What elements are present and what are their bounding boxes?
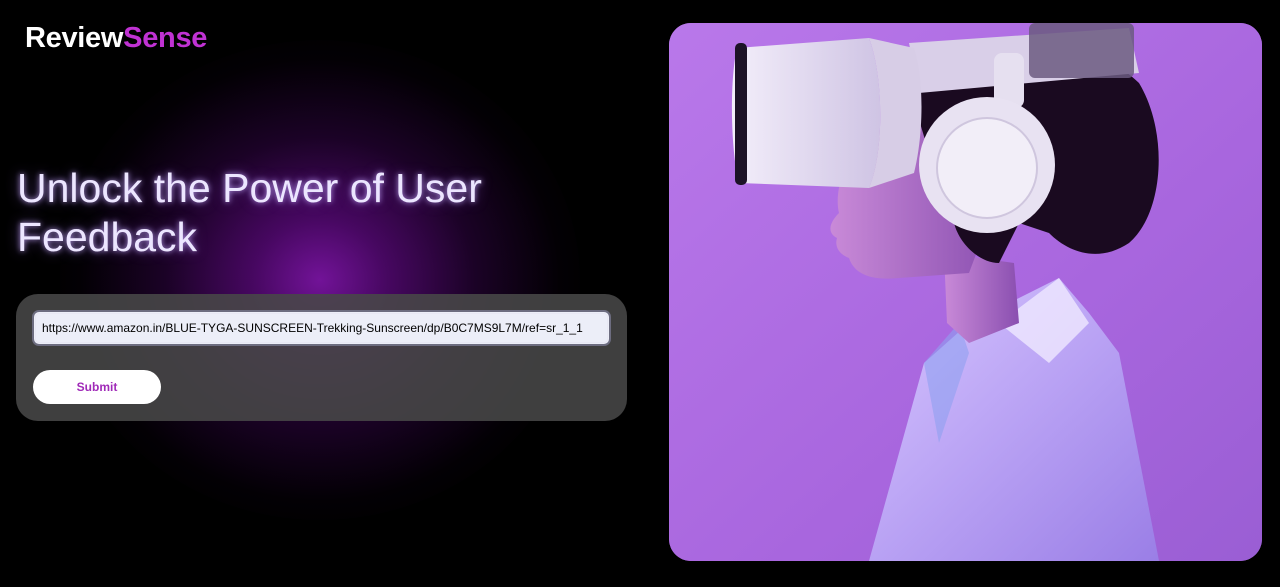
hero-headline: Unlock the Power of User Feedback [17, 165, 482, 260]
brand-name-primary: Review [25, 22, 124, 54]
background-glow [60, 40, 580, 520]
page: ReviewSense Unlock the Power of User Fee… [0, 0, 1280, 587]
submit-button[interactable]: Submit [33, 370, 161, 404]
vr-headset-person-illustration [669, 23, 1262, 561]
brand-logo[interactable]: ReviewSense [25, 22, 207, 55]
url-form-card: Submit [16, 294, 627, 421]
product-url-input[interactable] [32, 310, 611, 346]
brand-name-accent: Sense [123, 22, 208, 54]
hero-image [669, 23, 1262, 561]
vr-headset-body [731, 38, 881, 188]
